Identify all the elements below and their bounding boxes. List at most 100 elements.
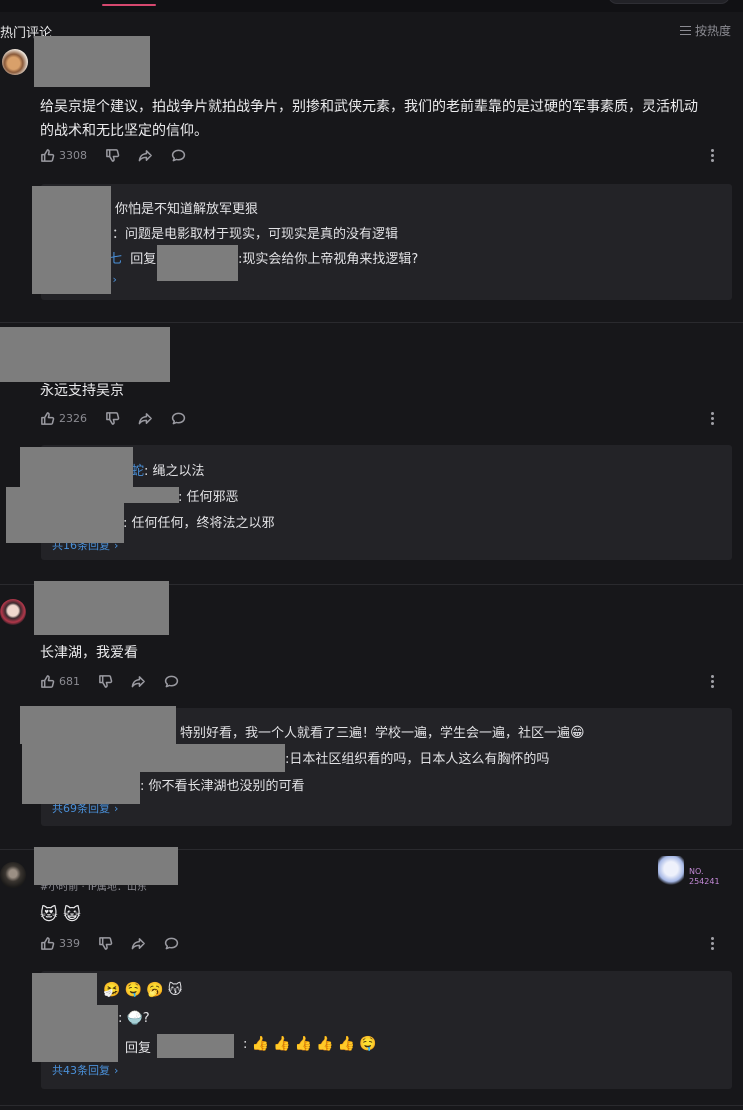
like-button[interactable]: 681 xyxy=(40,674,80,689)
comment-divider xyxy=(0,322,743,323)
redacted-username xyxy=(20,706,176,744)
redacted-username xyxy=(34,581,169,635)
reply-button[interactable] xyxy=(164,936,179,951)
redacted-username xyxy=(34,847,178,885)
dislike-button[interactable] xyxy=(105,411,120,426)
redacted-avatar-username xyxy=(0,327,170,382)
redacted-username xyxy=(34,36,150,87)
reply-text: :现实会给你上帝视角来找逻辑? xyxy=(238,252,419,267)
redacted-username xyxy=(32,973,97,1005)
share-button[interactable] xyxy=(138,411,153,426)
dislike-button[interactable] xyxy=(98,674,113,689)
fan-badge-no-value: 254241 xyxy=(689,877,720,886)
comment-text-line: 永远支持吴京 xyxy=(40,383,124,399)
redacted-username xyxy=(157,245,238,281)
thumbs-down-icon xyxy=(99,936,113,950)
search-pill[interactable] xyxy=(608,0,730,4)
thumbs-down-icon xyxy=(106,411,120,425)
emoji: 🤧 xyxy=(103,982,121,998)
sort-button[interactable]: 按热度 xyxy=(679,22,731,39)
reply-text: : xyxy=(243,1037,248,1052)
comment-text: 永远支持吴京 xyxy=(40,379,730,403)
reply-line: 你怕是不知道解放军更狠 xyxy=(115,198,258,217)
share-button[interactable] xyxy=(131,674,146,689)
reply-button[interactable] xyxy=(171,148,186,163)
comment-actions: 3308 xyxy=(40,146,204,164)
reply-preview-box: 🤧 🤤 🥱 😽 : 🍚? 回复 : 👍 👍 👍 👍 👍 🤤 共43条回复 › xyxy=(41,971,732,1089)
redacted-username xyxy=(32,186,111,294)
comment-text-line: 长津湖，我爱看 xyxy=(40,645,138,661)
comment-actions: 681 xyxy=(40,672,197,690)
comment-text: 给吴京提个建议，拍战争片就拍战争片，别掺和武侠元素，我们的老前辈靠的是过硬的军事… xyxy=(40,95,730,143)
chevron-right-icon: › xyxy=(112,273,117,286)
reply-line: :现实会给你上帝视角来找逻辑? xyxy=(238,248,418,267)
reply-text: 特别好看，我一个人就看了三遍！学校一遍，学生会一遍，社区一遍 xyxy=(180,726,571,741)
comment-text: 长津湖，我爱看 xyxy=(40,641,730,665)
reply-button[interactable] xyxy=(164,674,179,689)
emoji: 🤤 xyxy=(359,1036,377,1052)
redacted-username xyxy=(6,503,124,543)
thumbs-down-icon xyxy=(99,674,113,688)
grin-emoji: 😁 xyxy=(570,725,585,741)
redacted-username xyxy=(32,1005,118,1062)
reply-line: 特别好看，我一个人就看了三遍！学校一遍，学生会一遍，社区一遍😁 xyxy=(180,722,585,741)
active-tab-indicator xyxy=(102,4,156,6)
more-options-icon[interactable] xyxy=(711,147,715,164)
reply-word: 回复 xyxy=(125,1041,152,1056)
reply-text: 绳之以法 xyxy=(152,464,205,479)
dislike-button[interactable] xyxy=(105,148,120,163)
top-bar xyxy=(0,0,743,12)
thumbs-up-icon xyxy=(41,148,55,162)
reply-text: :日本社区组织看的吗，日本人这么有胸怀的吗 xyxy=(285,752,550,767)
reply-line: :日本社区组织看的吗，日本人这么有胸怀的吗 xyxy=(285,748,549,767)
emoji: 😺 xyxy=(63,905,81,925)
chevron-right-icon: › xyxy=(114,1063,119,1077)
emoji: 😻 xyxy=(40,905,58,925)
more-options-icon[interactable] xyxy=(711,935,715,952)
redacted-username xyxy=(20,447,133,489)
share-icon xyxy=(131,937,145,949)
share-icon xyxy=(138,149,152,161)
avatar[interactable] xyxy=(0,862,26,888)
reply-word: 回复 xyxy=(130,252,157,267)
reply-text: 你怕是不知道解放军更狠 xyxy=(115,202,259,217)
more-options-icon[interactable] xyxy=(711,410,715,427)
comment-actions: 2326 xyxy=(40,409,204,427)
thumbs-up-emoji: 👍 xyxy=(294,1036,313,1052)
avatar[interactable] xyxy=(0,599,26,625)
comment-bubble-icon xyxy=(164,675,179,687)
redacted-username xyxy=(22,744,285,772)
avatar[interactable] xyxy=(2,49,28,75)
thumbs-up-emoji: 👍 xyxy=(251,1036,269,1052)
thumbs-down-icon xyxy=(106,148,120,162)
share-button[interactable] xyxy=(131,936,146,951)
comment-text-line: 给吴京提个建议，拍战争片就拍战争片，别掺和武侠元素，我们的老前辈靠的是过硬的军事… xyxy=(40,99,698,115)
redacted-username xyxy=(22,772,140,804)
like-count: 681 xyxy=(59,674,80,688)
share-button[interactable] xyxy=(138,148,153,163)
comment-bubble-icon xyxy=(171,149,186,161)
reply-text: 🍚? xyxy=(126,1011,150,1026)
more-replies-label: 共43条回复 xyxy=(52,1064,110,1077)
reply-text: 任何任何，终将法之以邪 xyxy=(131,516,275,531)
like-button[interactable]: 3308 xyxy=(40,148,87,163)
thumbs-up-emoji: 👍 xyxy=(337,1036,356,1052)
reply-line: : 你不看长津湖也没别的可看 xyxy=(140,779,305,794)
reply-line: : 👍 👍 👍 👍 👍 🤤 xyxy=(243,1037,377,1052)
reply-button[interactable] xyxy=(171,411,186,426)
emoji: 🤤 xyxy=(124,982,143,998)
redacted-username xyxy=(6,487,179,503)
reply-line: 回复 xyxy=(125,1037,151,1056)
like-count: 2326 xyxy=(59,411,87,425)
like-button[interactable]: 2326 xyxy=(40,411,87,426)
more-options-icon[interactable] xyxy=(711,673,715,690)
dislike-button[interactable] xyxy=(98,936,113,951)
thumbs-up-icon xyxy=(41,674,55,688)
like-button[interactable]: 339 xyxy=(40,936,80,951)
view-more-replies[interactable]: 共43条回复 › xyxy=(52,1062,118,1078)
reply-line: : 🍚? xyxy=(118,1011,150,1026)
fan-badge-number: NO. 254241 xyxy=(689,867,720,887)
reply-line: 🤧 🤤 🥱 😽 xyxy=(103,983,182,998)
reply-line: : 任何邪恶 xyxy=(178,490,239,505)
like-count: 339 xyxy=(59,936,80,950)
